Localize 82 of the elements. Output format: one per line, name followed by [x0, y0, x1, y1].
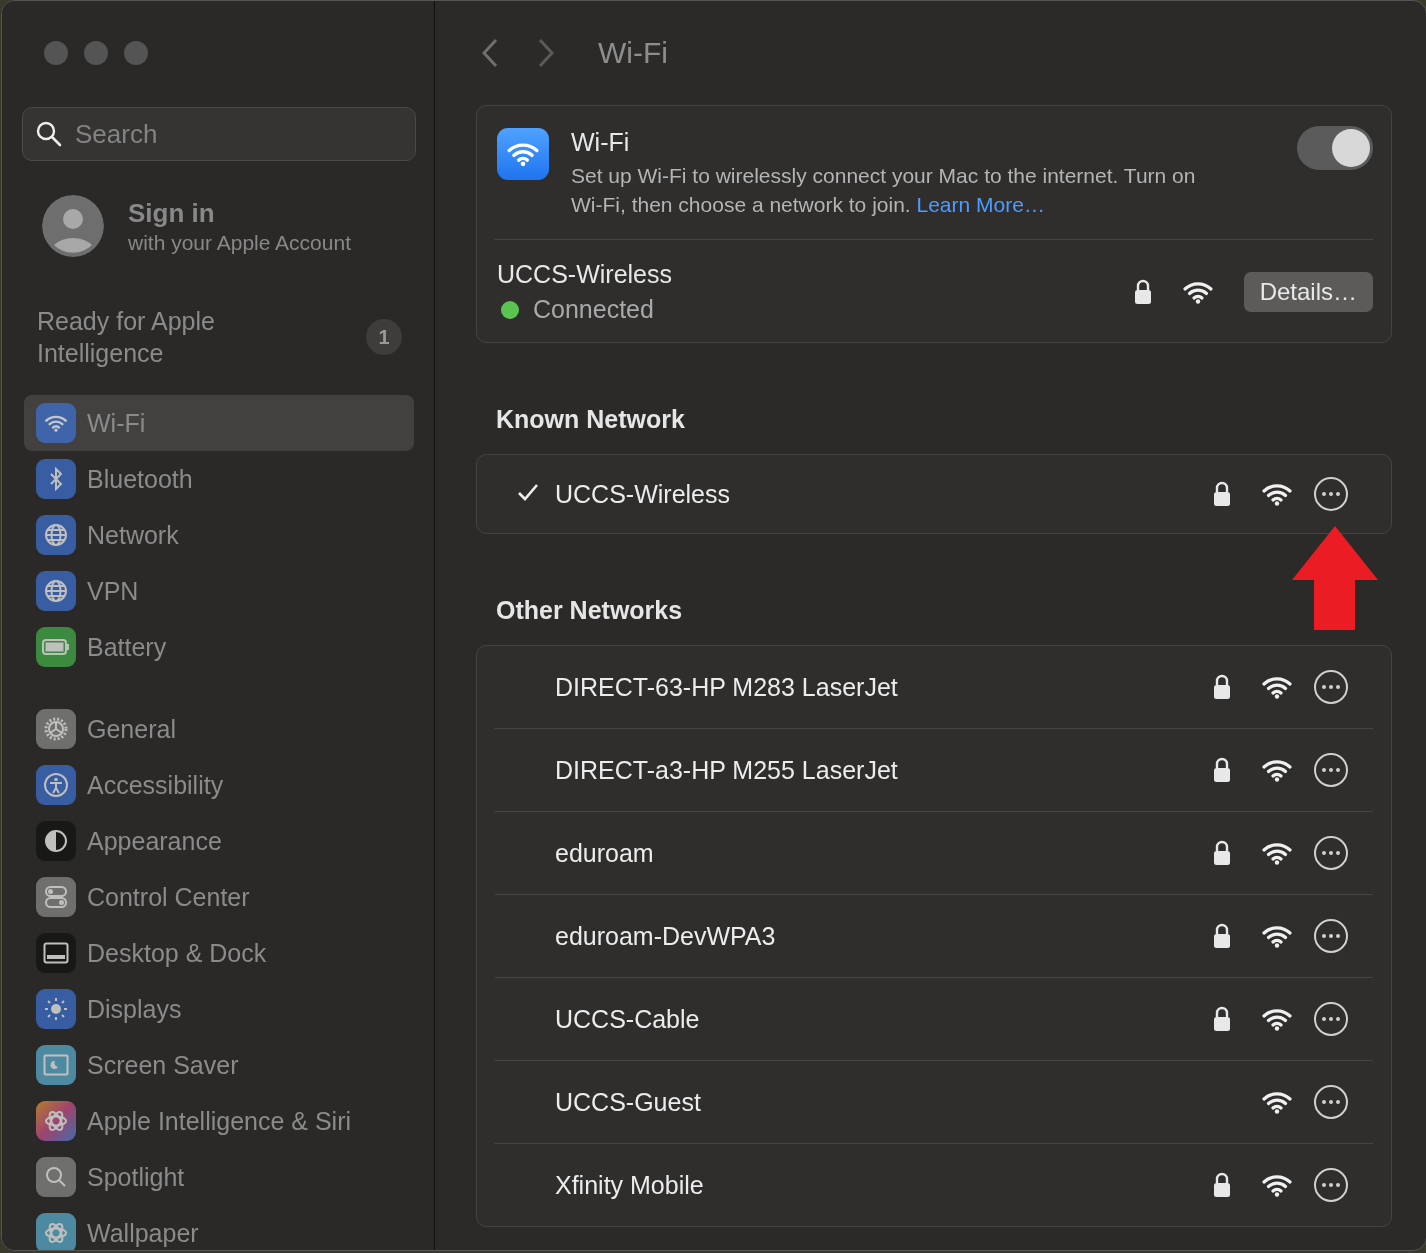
sidebar-item[interactable]: VPN	[24, 571, 414, 611]
lock-icon	[1133, 279, 1152, 305]
sidebar-item[interactable]: Battery	[24, 627, 414, 667]
account-subtitle: with your Apple Account	[128, 230, 351, 255]
globe-icon	[36, 571, 76, 611]
sidebar-item[interactable]: Bluetooth	[24, 459, 414, 499]
wifi-description: Set up Wi-Fi to wirelessly connect your Mac to the internet. Turn on Wi-Fi, then choose a network to join. Learn More…	[571, 163, 1197, 218]
network-name[interactable]: eduroam-DevWPA3	[555, 921, 1213, 951]
window-title: Wi-Fi	[598, 36, 668, 70]
wifi-signal-icon	[44, 414, 68, 432]
lock-icon	[1213, 1172, 1231, 1198]
wifi-signal-icon	[1261, 675, 1293, 699]
wifi-signal-icon	[1261, 841, 1293, 865]
more-options-icon[interactable]	[1313, 1167, 1349, 1203]
gear-icon	[36, 709, 76, 749]
more-options-icon[interactable]	[1313, 1001, 1349, 1037]
sun-icon	[36, 989, 76, 1029]
network-name[interactable]: UCCS-Cable	[555, 1004, 1213, 1034]
more-options-icon[interactable]	[1313, 1084, 1349, 1120]
globe-icon	[36, 515, 76, 555]
network-name[interactable]: UCCS-Wireless	[555, 479, 1213, 509]
battery-icon	[36, 627, 76, 667]
lock-icon	[1213, 1006, 1231, 1032]
more-options-icon[interactable]	[1313, 835, 1349, 871]
avatar-icon[interactable]	[42, 195, 104, 257]
wifi-signal-icon	[1261, 924, 1293, 948]
sidebar-item[interactable]: Accessibility	[24, 765, 414, 805]
network-name[interactable]: UCCS-Guest	[555, 1087, 1213, 1117]
bluetooth-icon	[36, 459, 76, 499]
wifi-signal-icon	[1261, 1090, 1293, 1114]
search-icon	[35, 120, 63, 148]
notice-label[interactable]: Ready for Apple Intelligence	[37, 305, 287, 369]
sidebar-item[interactable]: Control Center	[24, 877, 414, 917]
learn-more-link[interactable]: Learn More…	[916, 193, 1045, 216]
connection-status: Connected	[533, 295, 654, 324]
network-name[interactable]: DIRECT-a3-HP M255 LaserJet	[555, 755, 1213, 785]
back-icon[interactable]	[480, 37, 500, 69]
wifi-signal-icon	[1261, 1007, 1293, 1031]
sign-in-title[interactable]: Sign in	[128, 197, 351, 229]
wifi-signal-icon	[1261, 482, 1293, 506]
sidebar-item[interactable]: Appearance	[24, 821, 414, 861]
sidebar-item[interactable]: Screen Saver	[24, 1045, 414, 1085]
sidebar-item[interactable]: Wi-Fi	[24, 395, 414, 451]
sidebar-item[interactable]: Displays	[24, 989, 414, 1029]
section-heading: Other Networks	[496, 596, 684, 625]
sidebar-item[interactable]: Network	[24, 515, 414, 555]
search-icon	[36, 1157, 76, 1197]
toggles-icon	[36, 877, 76, 917]
wifi-signal-icon	[1261, 1173, 1293, 1197]
lock-icon	[1213, 481, 1231, 507]
lock-icon	[1213, 757, 1231, 783]
search-box[interactable]: Search	[22, 107, 416, 161]
section-heading: Known Network	[496, 405, 686, 434]
sidebar-item[interactable]: Wallpaper	[24, 1213, 414, 1250]
dock-icon	[36, 933, 76, 973]
network-name[interactable]: DIRECT-63-HP M283 LaserJet	[555, 672, 1213, 702]
sidebar-item[interactable]: General	[24, 709, 414, 749]
sidebar-item[interactable]: Apple Intelligence & Siri	[24, 1101, 414, 1141]
more-options-icon[interactable]	[1313, 476, 1349, 512]
wifi-title: Wi-Fi	[571, 128, 631, 157]
network-name[interactable]: eduroam	[555, 838, 1213, 868]
lock-icon	[1213, 674, 1231, 700]
more-options-icon[interactable]	[1313, 752, 1349, 788]
flower-icon	[36, 1213, 76, 1250]
more-options-icon[interactable]	[1313, 918, 1349, 954]
wifi-signal-icon	[1261, 758, 1293, 782]
search-field[interactable]: Search	[75, 108, 403, 160]
details-button[interactable]: Details…	[1243, 272, 1373, 312]
sidebar-item[interactable]: Spotlight	[24, 1157, 414, 1197]
wifi-signal-icon	[506, 141, 540, 167]
wifi-toggle[interactable]	[1297, 126, 1373, 170]
lock-icon	[1213, 840, 1231, 866]
network-name[interactable]: Xfinity Mobile	[555, 1170, 1213, 1200]
wifi-signal-icon	[1181, 280, 1214, 304]
lock-icon	[1213, 923, 1231, 949]
accessibility-icon	[36, 765, 76, 805]
more-options-icon[interactable]	[1313, 669, 1349, 705]
moon-screen-icon	[36, 1045, 76, 1085]
sidebar-item[interactable]: Desktop & Dock	[24, 933, 414, 973]
notification-count: 1	[366, 319, 402, 355]
current-network-name: UCCS-Wireless	[497, 260, 672, 289]
flower-icon	[36, 1101, 76, 1141]
